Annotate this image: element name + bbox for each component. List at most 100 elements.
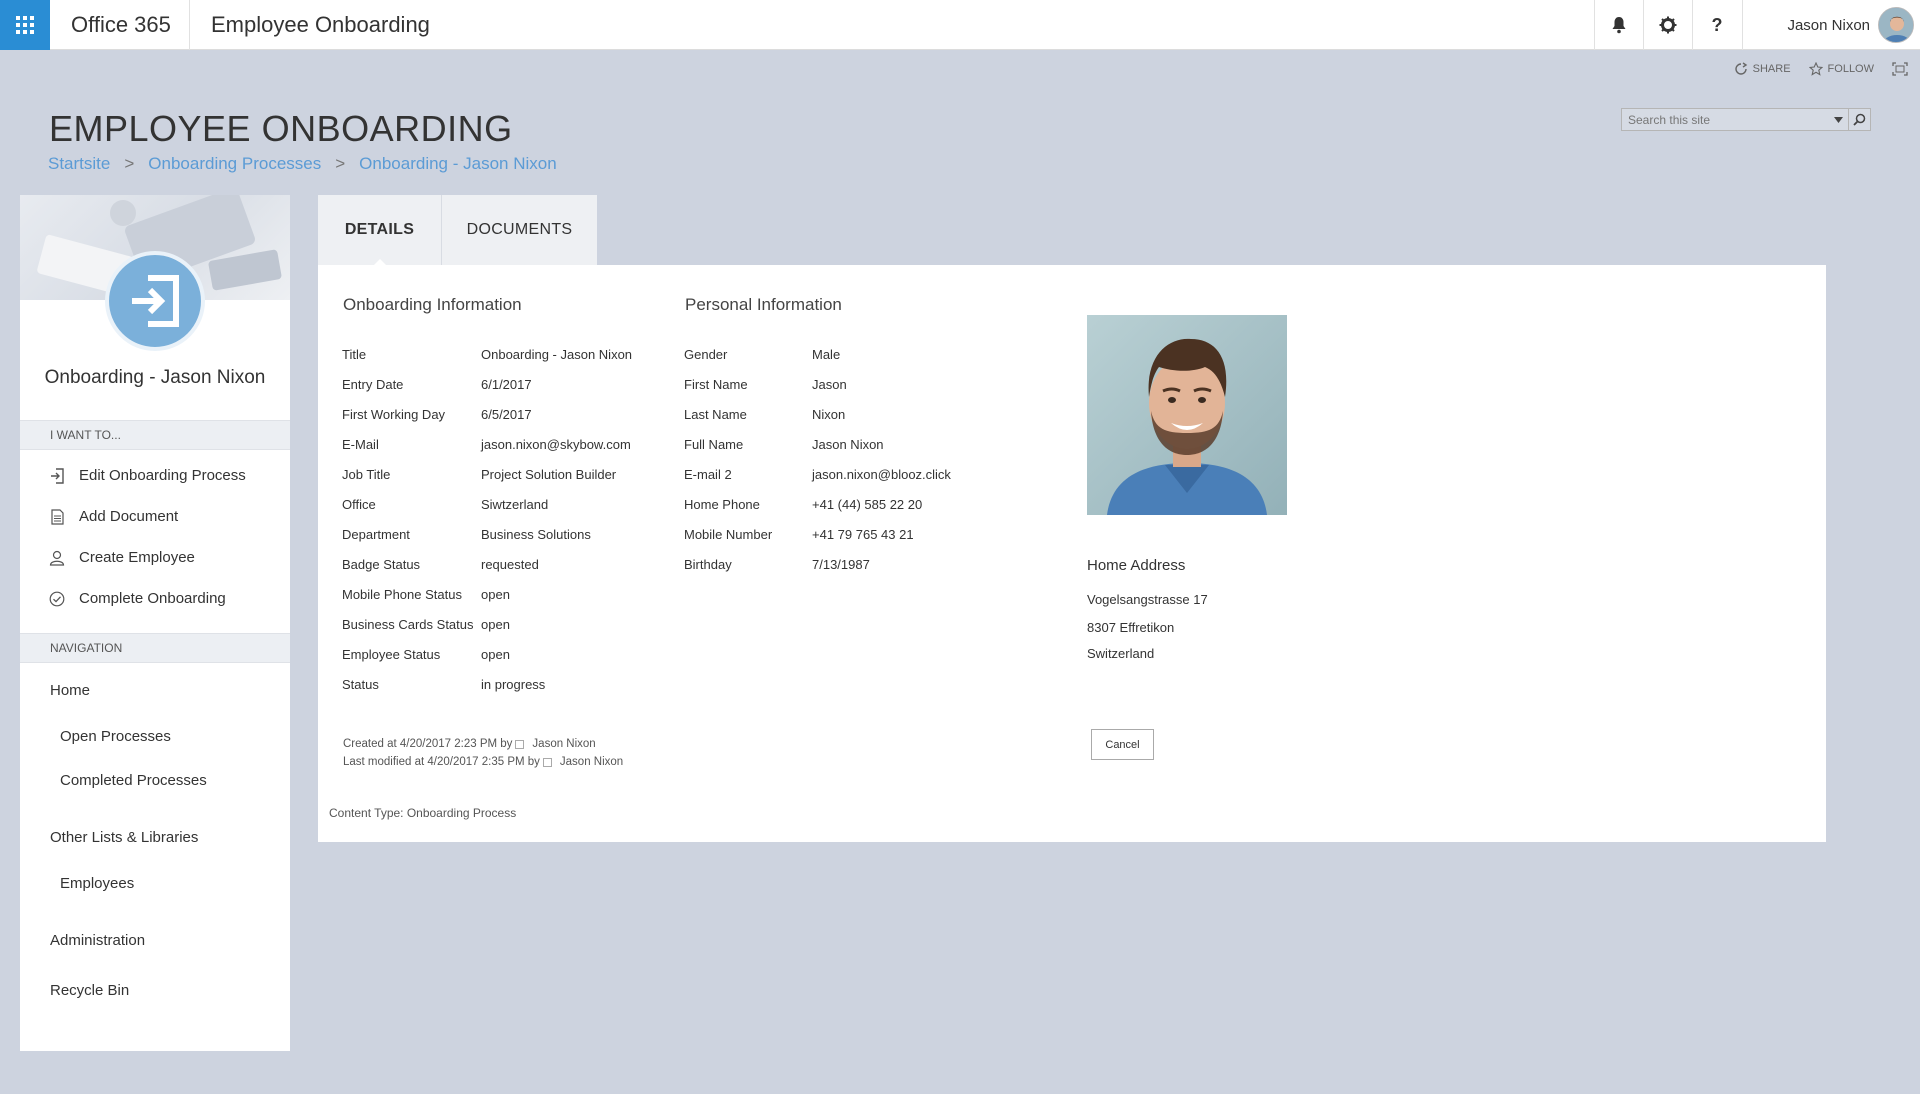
site-title[interactable]: Employee Onboarding <box>211 0 430 50</box>
follow-button[interactable]: FOLLOW <box>1808 62 1874 76</box>
page-title: EMPLOYEE ONBOARDING <box>49 108 513 149</box>
tab-details[interactable]: DETAILS <box>318 195 442 265</box>
search-icon <box>1853 113 1866 126</box>
star-icon <box>1808 62 1823 76</box>
nav-completed-processes[interactable]: Completed Processes <box>60 772 207 789</box>
address-country: Switzerland <box>1087 646 1155 661</box>
i-want-to-header: I WANT TO... <box>20 420 290 450</box>
modified-at-text: Last modified at 4/20/2017 2:35 PM by <box>343 756 540 768</box>
complete-onboarding-link[interactable]: Complete Onboarding <box>20 578 290 619</box>
user-menu[interactable]: Jason Nixon <box>1742 0 1920 50</box>
field-value-badge-status: requested <box>481 557 539 572</box>
nav-other-lists-libraries[interactable]: Other Lists & Libraries <box>50 829 198 846</box>
person-icon <box>49 550 65 566</box>
cancel-button[interactable]: Cancel <box>1091 729 1154 760</box>
user-avatar <box>1878 7 1914 43</box>
breadcrumb-current-item[interactable]: Onboarding - Jason Nixon <box>359 154 557 174</box>
notifications-button[interactable] <box>1594 0 1643 50</box>
field-label-last-name: Last Name <box>684 407 747 422</box>
nav-recycle-bin[interactable]: Recycle Bin <box>50 982 129 999</box>
field-value-job-title: Project Solution Builder <box>481 467 617 482</box>
employee-photo <box>1087 315 1287 515</box>
bell-icon <box>1612 17 1626 34</box>
nav-employees[interactable]: Employees <box>60 875 134 892</box>
follow-label: FOLLOW <box>1827 63 1874 75</box>
breadcrumb-onboarding-processes[interactable]: Onboarding Processes <box>148 154 321 174</box>
tab-documents[interactable]: DOCUMENTS <box>442 195 597 265</box>
left-panel: Onboarding - Jason Nixon I WANT TO... Ed… <box>20 195 290 1051</box>
check-circle-icon <box>49 591 65 607</box>
document-icon <box>49 508 65 525</box>
settings-button[interactable] <box>1643 0 1692 50</box>
share-label: SHARE <box>1752 63 1791 75</box>
nav-open-processes[interactable]: Open Processes <box>60 728 171 745</box>
field-label-mobile-phone-status: Mobile Phone Status <box>342 587 462 602</box>
caret-down-icon <box>1833 116 1843 123</box>
add-document-link[interactable]: Add Document <box>20 496 290 537</box>
field-label-office: Office <box>342 497 376 512</box>
field-value-employee-status: open <box>481 647 510 662</box>
field-value-first-working-day: 6/5/2017 <box>481 407 532 422</box>
focus-content-button[interactable] <box>1892 62 1908 76</box>
field-label-department: Department <box>342 527 410 542</box>
field-value-mobile-number: +41 79 765 43 21 <box>812 527 914 542</box>
search-button[interactable] <box>1848 109 1870 130</box>
question-mark-icon: ? <box>1711 14 1723 35</box>
field-value-title: Onboarding - Jason Nixon <box>481 347 633 362</box>
iwant-label: Complete Onboarding <box>79 590 226 607</box>
field-value-first-name: Jason <box>812 377 847 392</box>
fullscreen-icon <box>1892 62 1908 76</box>
search-box <box>1621 108 1871 131</box>
breadcrumb-separator: > <box>335 154 346 173</box>
gear-icon <box>1659 16 1677 34</box>
search-scope-dropdown[interactable] <box>1828 116 1848 123</box>
field-label-employee-status: Employee Status <box>342 647 441 662</box>
field-label-full-name: Full Name <box>684 437 744 452</box>
user-name: Jason Nixon <box>1787 16 1870 34</box>
modified-by-link[interactable]: Jason Nixon <box>560 756 623 768</box>
field-value-entry-date: 6/1/2017 <box>481 377 532 392</box>
nav-administration[interactable]: Administration <box>50 932 145 949</box>
field-value-status: in progress <box>481 677 546 692</box>
field-value-full-name: Jason Nixon <box>812 437 884 452</box>
navigation-header: NAVIGATION <box>20 633 290 663</box>
create-employee-link[interactable]: Create Employee <box>20 537 290 578</box>
search-input[interactable] <box>1622 109 1828 130</box>
field-label-mobile-number: Mobile Number <box>684 527 773 542</box>
share-icon <box>1734 62 1747 75</box>
address-city: 8307 Effretikon <box>1087 620 1175 635</box>
breadcrumb-separator: > <box>124 154 135 173</box>
office-365-link[interactable]: Office 365 <box>50 0 190 50</box>
waffle-icon <box>16 16 34 34</box>
field-label-job-title: Job Title <box>342 467 391 482</box>
field-value-home-phone: +41 (44) 585 22 20 <box>812 497 923 512</box>
field-label-home-phone: Home Phone <box>684 497 760 512</box>
share-button[interactable]: SHARE <box>1734 62 1791 76</box>
iwant-label: Add Document <box>79 508 179 525</box>
modified-info: Last modified at 4/20/2017 2:35 PM by Ja… <box>343 756 623 768</box>
field-label-first-name: First Name <box>684 377 748 392</box>
personal-info-title: Personal Information <box>685 295 842 314</box>
help-button[interactable]: ? <box>1692 0 1741 50</box>
content-type-label: Content Type: Onboarding Process <box>329 806 517 820</box>
created-at-text: Created at 4/20/2017 2:23 PM by <box>343 738 513 750</box>
breadcrumb-startsite[interactable]: Startsite <box>48 154 110 174</box>
field-label-first-working-day: First Working Day <box>342 407 446 422</box>
tab-bar: DETAILS DOCUMENTS <box>318 195 597 265</box>
process-title: Onboarding - Jason Nixon <box>44 367 266 388</box>
presence-icon <box>515 739 525 749</box>
app-launcher-button[interactable] <box>0 0 50 50</box>
field-value-email-2: jason.nixon@blooz.click <box>812 467 951 482</box>
nav-home[interactable]: Home <box>50 682 90 699</box>
edit-onboarding-process-link[interactable]: Edit Onboarding Process <box>20 455 290 496</box>
field-label-email: E-Mail <box>342 437 379 452</box>
details-panel: Onboarding Information Title Onboarding … <box>318 265 1826 842</box>
created-by-link[interactable]: Jason Nixon <box>532 738 595 750</box>
field-label-birthday: Birthday <box>684 557 732 572</box>
field-value-mobile-phone-status: open <box>481 587 510 602</box>
field-label-badge-status: Badge Status <box>342 557 421 572</box>
onboarding-process-icon <box>105 251 205 351</box>
field-value-office: Siwtzerland <box>481 497 549 512</box>
iwant-label: Create Employee <box>79 549 195 566</box>
field-label-title: Title <box>342 347 367 362</box>
